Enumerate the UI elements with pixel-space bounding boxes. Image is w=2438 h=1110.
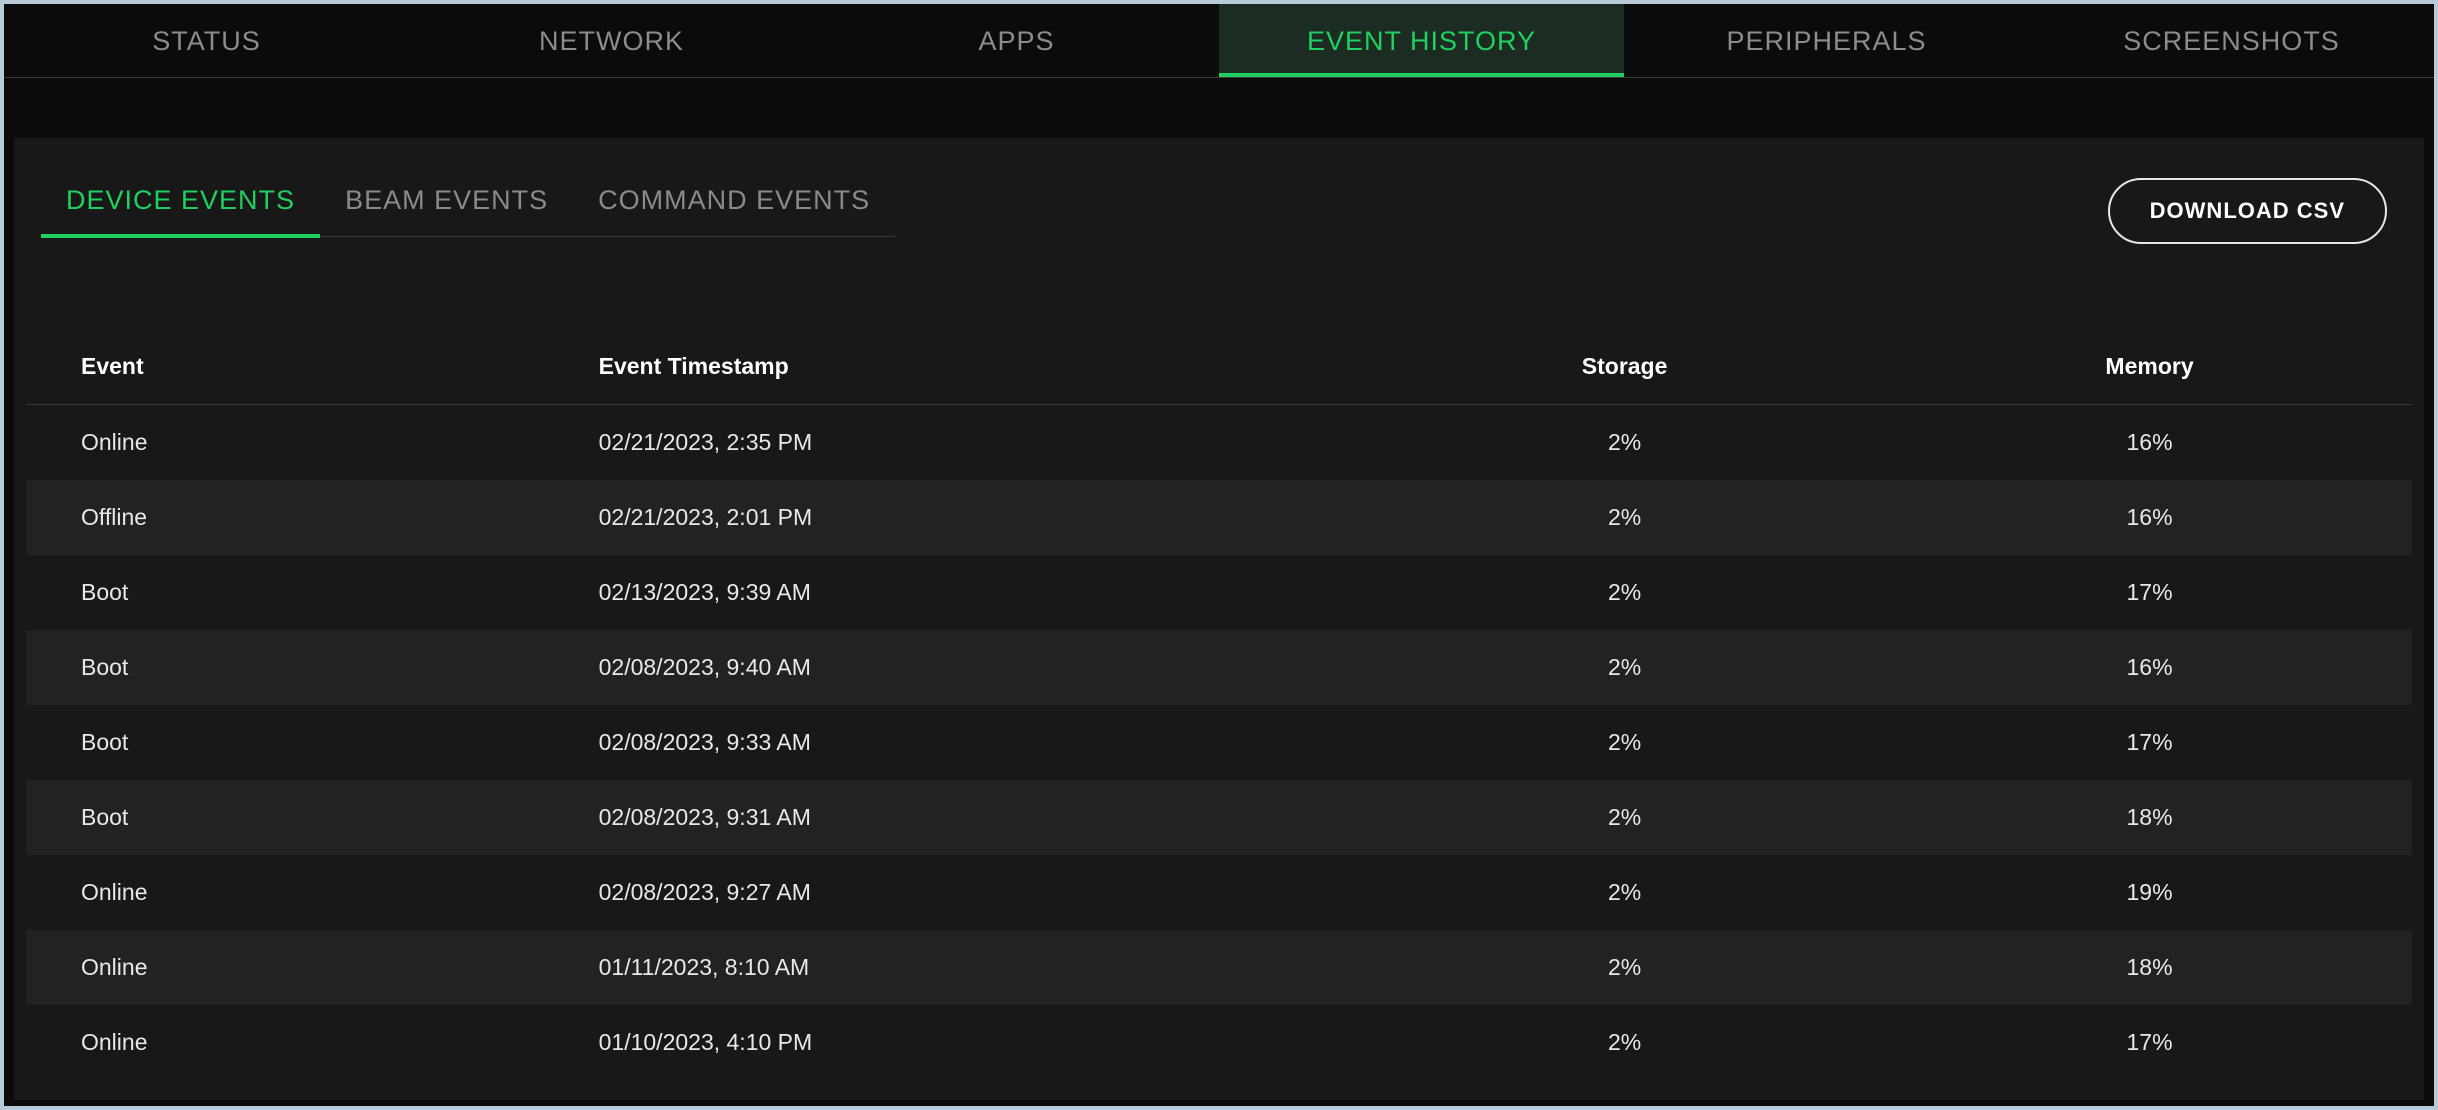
sub-header: DEVICE EVENTSBEAM EVENTSCOMMAND EVENTS D…	[26, 178, 2412, 244]
cell-event: Boot	[26, 780, 599, 855]
cell-timestamp: 02/08/2023, 9:33 AM	[599, 705, 1363, 780]
cell-memory: 17%	[1887, 1005, 2412, 1080]
top-tab-bar: STATUSNETWORKAPPSEVENT HISTORYPERIPHERAL…	[4, 4, 2434, 78]
app-window: STATUSNETWORKAPPSEVENT HISTORYPERIPHERAL…	[4, 4, 2434, 1106]
cell-storage: 2%	[1362, 855, 1887, 930]
cell-memory: 17%	[1887, 705, 2412, 780]
sub-tab-command-events[interactable]: COMMAND EVENTS	[573, 185, 895, 236]
cell-memory: 19%	[1887, 855, 2412, 930]
cell-timestamp: 01/10/2023, 4:10 PM	[599, 1005, 1363, 1080]
content-panel: DEVICE EVENTSBEAM EVENTSCOMMAND EVENTS D…	[14, 138, 2424, 1100]
sub-tab-beam-events[interactable]: BEAM EVENTS	[320, 185, 573, 236]
top-tab-status[interactable]: STATUS	[4, 4, 409, 77]
download-csv-button[interactable]: DOWNLOAD CSV	[2108, 178, 2387, 244]
cell-timestamp: 02/21/2023, 2:35 PM	[599, 405, 1363, 481]
top-tab-network[interactable]: NETWORK	[409, 4, 814, 77]
cell-memory: 18%	[1887, 930, 2412, 1005]
cell-storage: 2%	[1362, 930, 1887, 1005]
events-table-wrap: Event Event Timestamp Storage Memory Onl…	[26, 339, 2412, 1080]
cell-memory: 16%	[1887, 405, 2412, 481]
cell-timestamp: 02/08/2023, 9:31 AM	[599, 780, 1363, 855]
col-header-storage: Storage	[1362, 339, 1887, 405]
cell-storage: 2%	[1362, 705, 1887, 780]
cell-timestamp: 02/08/2023, 9:40 AM	[599, 630, 1363, 705]
table-row: Offline02/21/2023, 2:01 PM2%16%	[26, 480, 2412, 555]
cell-memory: 17%	[1887, 555, 2412, 630]
top-tab-screenshots[interactable]: SCREENSHOTS	[2029, 4, 2434, 77]
table-row: Online02/08/2023, 9:27 AM2%19%	[26, 855, 2412, 930]
col-header-timestamp: Event Timestamp	[599, 339, 1363, 405]
cell-event: Online	[26, 930, 599, 1005]
cell-timestamp: 02/08/2023, 9:27 AM	[599, 855, 1363, 930]
table-row: Online01/11/2023, 8:10 AM2%18%	[26, 930, 2412, 1005]
cell-storage: 2%	[1362, 1005, 1887, 1080]
cell-storage: 2%	[1362, 630, 1887, 705]
top-tab-apps[interactable]: APPS	[814, 4, 1219, 77]
col-header-event: Event	[26, 339, 599, 405]
cell-timestamp: 02/13/2023, 9:39 AM	[599, 555, 1363, 630]
cell-storage: 2%	[1362, 555, 1887, 630]
cell-timestamp: 02/21/2023, 2:01 PM	[599, 480, 1363, 555]
cell-storage: 2%	[1362, 780, 1887, 855]
table-row: Online02/21/2023, 2:35 PM2%16%	[26, 405, 2412, 481]
cell-event: Online	[26, 1005, 599, 1080]
table-row: Boot02/08/2023, 9:40 AM2%16%	[26, 630, 2412, 705]
cell-memory: 16%	[1887, 630, 2412, 705]
table-row: Boot02/13/2023, 9:39 AM2%17%	[26, 555, 2412, 630]
table-header-row: Event Event Timestamp Storage Memory	[26, 339, 2412, 405]
top-tab-event-history[interactable]: EVENT HISTORY	[1219, 4, 1624, 77]
cell-memory: 16%	[1887, 480, 2412, 555]
sub-tab-device-events[interactable]: DEVICE EVENTS	[41, 185, 320, 238]
cell-event: Boot	[26, 555, 599, 630]
cell-storage: 2%	[1362, 480, 1887, 555]
cell-event: Online	[26, 855, 599, 930]
events-table: Event Event Timestamp Storage Memory Onl…	[26, 339, 2412, 1080]
cell-event: Boot	[26, 705, 599, 780]
cell-storage: 2%	[1362, 405, 1887, 481]
table-row: Online01/10/2023, 4:10 PM2%17%	[26, 1005, 2412, 1080]
cell-event: Online	[26, 405, 599, 481]
cell-event: Boot	[26, 630, 599, 705]
cell-event: Offline	[26, 480, 599, 555]
sub-tab-bar: DEVICE EVENTSBEAM EVENTSCOMMAND EVENTS	[41, 185, 895, 237]
cell-memory: 18%	[1887, 780, 2412, 855]
table-row: Boot02/08/2023, 9:33 AM2%17%	[26, 705, 2412, 780]
table-row: Boot02/08/2023, 9:31 AM2%18%	[26, 780, 2412, 855]
top-tab-peripherals[interactable]: PERIPHERALS	[1624, 4, 2029, 77]
col-header-memory: Memory	[1887, 339, 2412, 405]
cell-timestamp: 01/11/2023, 8:10 AM	[599, 930, 1363, 1005]
